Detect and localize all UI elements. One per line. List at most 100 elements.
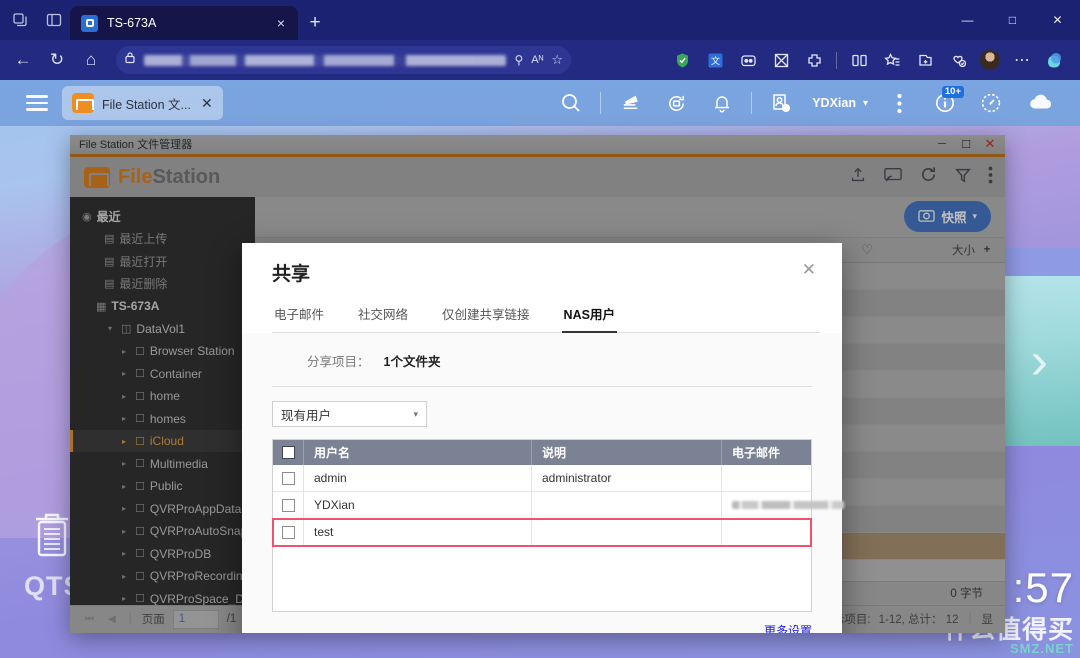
close-icon[interactable]: × — [272, 14, 290, 32]
column-header-email[interactable]: 电子邮件 — [722, 440, 811, 465]
user-type-value: 现有用户 — [281, 405, 331, 424]
share-item-meta: 分享项目： 1个文件夹 — [272, 351, 812, 370]
share-item-label: 分享项目： — [307, 351, 370, 370]
profile-avatar[interactable] — [980, 50, 1000, 70]
lock-icon — [124, 51, 136, 69]
qts-desktop: › :57 QTS 什么值得买 SMZ.NET 值 File Station 文… — [0, 80, 1080, 658]
row-checkbox[interactable] — [273, 492, 304, 518]
toolbar-divider — [836, 52, 837, 69]
share-dialog-tabs: 电子邮件 社交网络 仅创建共享链接 NAS用户 — [272, 298, 820, 333]
dashboard-icon[interactable] — [968, 80, 1014, 126]
tab-search-icon[interactable] — [10, 10, 30, 30]
qts-top-bar: File Station 文... ✕ YDXian ▾ — [0, 80, 1080, 126]
column-header-username[interactable]: 用户名 — [304, 440, 532, 465]
split-screen-icon[interactable] — [848, 49, 870, 71]
file-station-window: File Station 文件管理器 ─ ☐ ✕ FileStation — [70, 135, 1005, 633]
info-icon[interactable]: 10+ — [922, 80, 968, 126]
bell-icon[interactable] — [699, 80, 745, 126]
tab-email[interactable]: 电子邮件 — [272, 298, 326, 333]
folder-icon — [72, 93, 94, 113]
user-type-select[interactable]: 现有用户 ▾ — [272, 401, 427, 427]
url-text — [144, 55, 506, 66]
more-settings-row: 更多设置 — [272, 622, 812, 633]
split-pane-icon[interactable] — [44, 10, 64, 30]
tab-nas-users[interactable]: NAS用户 — [562, 298, 617, 333]
watermark-sub: SMZ.NET — [944, 641, 1074, 656]
select-all-checkbox[interactable] — [273, 440, 304, 465]
qts-top-icons: YDXian ▾ 10+ — [548, 80, 1070, 126]
browser-toolbar: ← ↻ ⌂ ⚲ Aᴺ ☆ 文 — [0, 40, 1080, 80]
maximize-button[interactable]: □ — [990, 0, 1035, 40]
table-header-row: 用户名 说明 电子邮件 — [273, 440, 811, 465]
back-icon[interactable]: ← — [8, 45, 38, 75]
cell-username: test — [304, 519, 532, 545]
divider — [751, 92, 752, 114]
sync-icon[interactable] — [653, 80, 699, 126]
background-task-icon[interactable] — [607, 80, 653, 126]
qcloud-icon[interactable] — [1018, 80, 1064, 126]
favorites-icon[interactable] — [881, 49, 903, 71]
table-row[interactable]: YDXian — [273, 492, 811, 519]
favorite-star-icon[interactable]: ☆ — [551, 52, 563, 68]
cell-username: admin — [304, 465, 532, 491]
svg-text:文: 文 — [710, 55, 719, 66]
cell-email — [722, 519, 811, 545]
share-dialog-footer: 更多设置 立即分享 取消 — [242, 612, 842, 633]
table-row[interactable]: admin administrator — [273, 465, 811, 492]
column-header-description[interactable]: 说明 — [532, 440, 722, 465]
reload-icon[interactable]: ↻ — [42, 45, 72, 75]
table-row[interactable]: test — [273, 519, 811, 546]
key-icon[interactable]: ⚲ — [514, 53, 523, 67]
tabstrip-leading-icons — [0, 0, 70, 40]
dialog-title: 共享 — [272, 259, 310, 286]
browser-tab[interactable]: TS-673A × — [70, 6, 298, 40]
row-checkbox[interactable] — [273, 519, 304, 545]
user-icon[interactable] — [758, 80, 804, 126]
close-window-button[interactable]: ✕ — [1035, 0, 1080, 40]
more-options-icon[interactable]: ⋯ — [1011, 49, 1033, 71]
collections-icon[interactable] — [737, 49, 759, 71]
chevron-down-icon: ▾ — [413, 409, 418, 420]
translate-icon[interactable]: 文 — [704, 49, 726, 71]
share-dialog-body: 分享项目： 1个文件夹 现有用户 ▾ 用户名 说明 电子邮件 — [242, 333, 842, 612]
new-tab-button[interactable]: + — [302, 10, 328, 36]
cell-email — [722, 465, 811, 491]
cell-email — [722, 492, 854, 518]
read-aloud-icon[interactable]: Aᴺ — [531, 54, 543, 66]
tab-create-link-only[interactable]: 仅创建共享链接 — [440, 298, 532, 333]
browser-window-controls: — □ ✕ — [945, 0, 1080, 40]
browser-tab-strip: TS-673A × + — □ ✕ — [0, 0, 1080, 40]
cell-description — [532, 519, 722, 545]
shield-icon[interactable] — [671, 49, 693, 71]
user-menu[interactable]: YDXian ▾ — [804, 96, 876, 110]
main-menu-icon[interactable] — [20, 95, 54, 111]
more-vertical-icon[interactable] — [876, 80, 922, 126]
browser-essentials-icon[interactable] — [947, 49, 969, 71]
minimize-button[interactable]: — — [945, 0, 990, 40]
address-bar[interactable]: ⚲ Aᴺ ☆ — [116, 46, 571, 74]
share-dialog-title-row: 共享 ✕ — [272, 259, 820, 286]
copilot-icon[interactable] — [1044, 49, 1066, 71]
row-checkbox[interactable] — [273, 465, 304, 491]
desktop-clock: :57 — [1013, 564, 1074, 612]
app-tab-label: File Station 文... — [102, 94, 191, 113]
cell-description — [532, 492, 722, 518]
divider — [600, 92, 601, 114]
extensions-icon[interactable] — [803, 49, 825, 71]
share-dialog: 共享 ✕ 电子邮件 社交网络 仅创建共享链接 NAS用户 分享项目： 1个文件夹 — [242, 243, 842, 633]
close-icon[interactable]: ✕ — [201, 95, 213, 112]
add-tab-group-icon[interactable] — [914, 49, 936, 71]
divider — [272, 386, 812, 387]
cell-username: YDXian — [304, 492, 532, 518]
more-settings-link[interactable]: 更多设置 — [764, 624, 812, 633]
tab-social-network[interactable]: 社交网络 — [356, 298, 410, 333]
qnap-icon — [81, 15, 98, 32]
notification-badge: 10+ — [942, 86, 964, 98]
next-wallpaper-icon[interactable]: › — [1031, 335, 1048, 387]
screenshot-icon[interactable] — [770, 49, 792, 71]
home-icon[interactable]: ⌂ — [76, 45, 106, 75]
close-icon[interactable]: ✕ — [798, 259, 820, 280]
browser-toolbar-right: 文 ⋯ — [671, 49, 1072, 71]
search-icon[interactable] — [548, 80, 594, 126]
app-tab-file-station[interactable]: File Station 文... ✕ — [62, 86, 223, 120]
